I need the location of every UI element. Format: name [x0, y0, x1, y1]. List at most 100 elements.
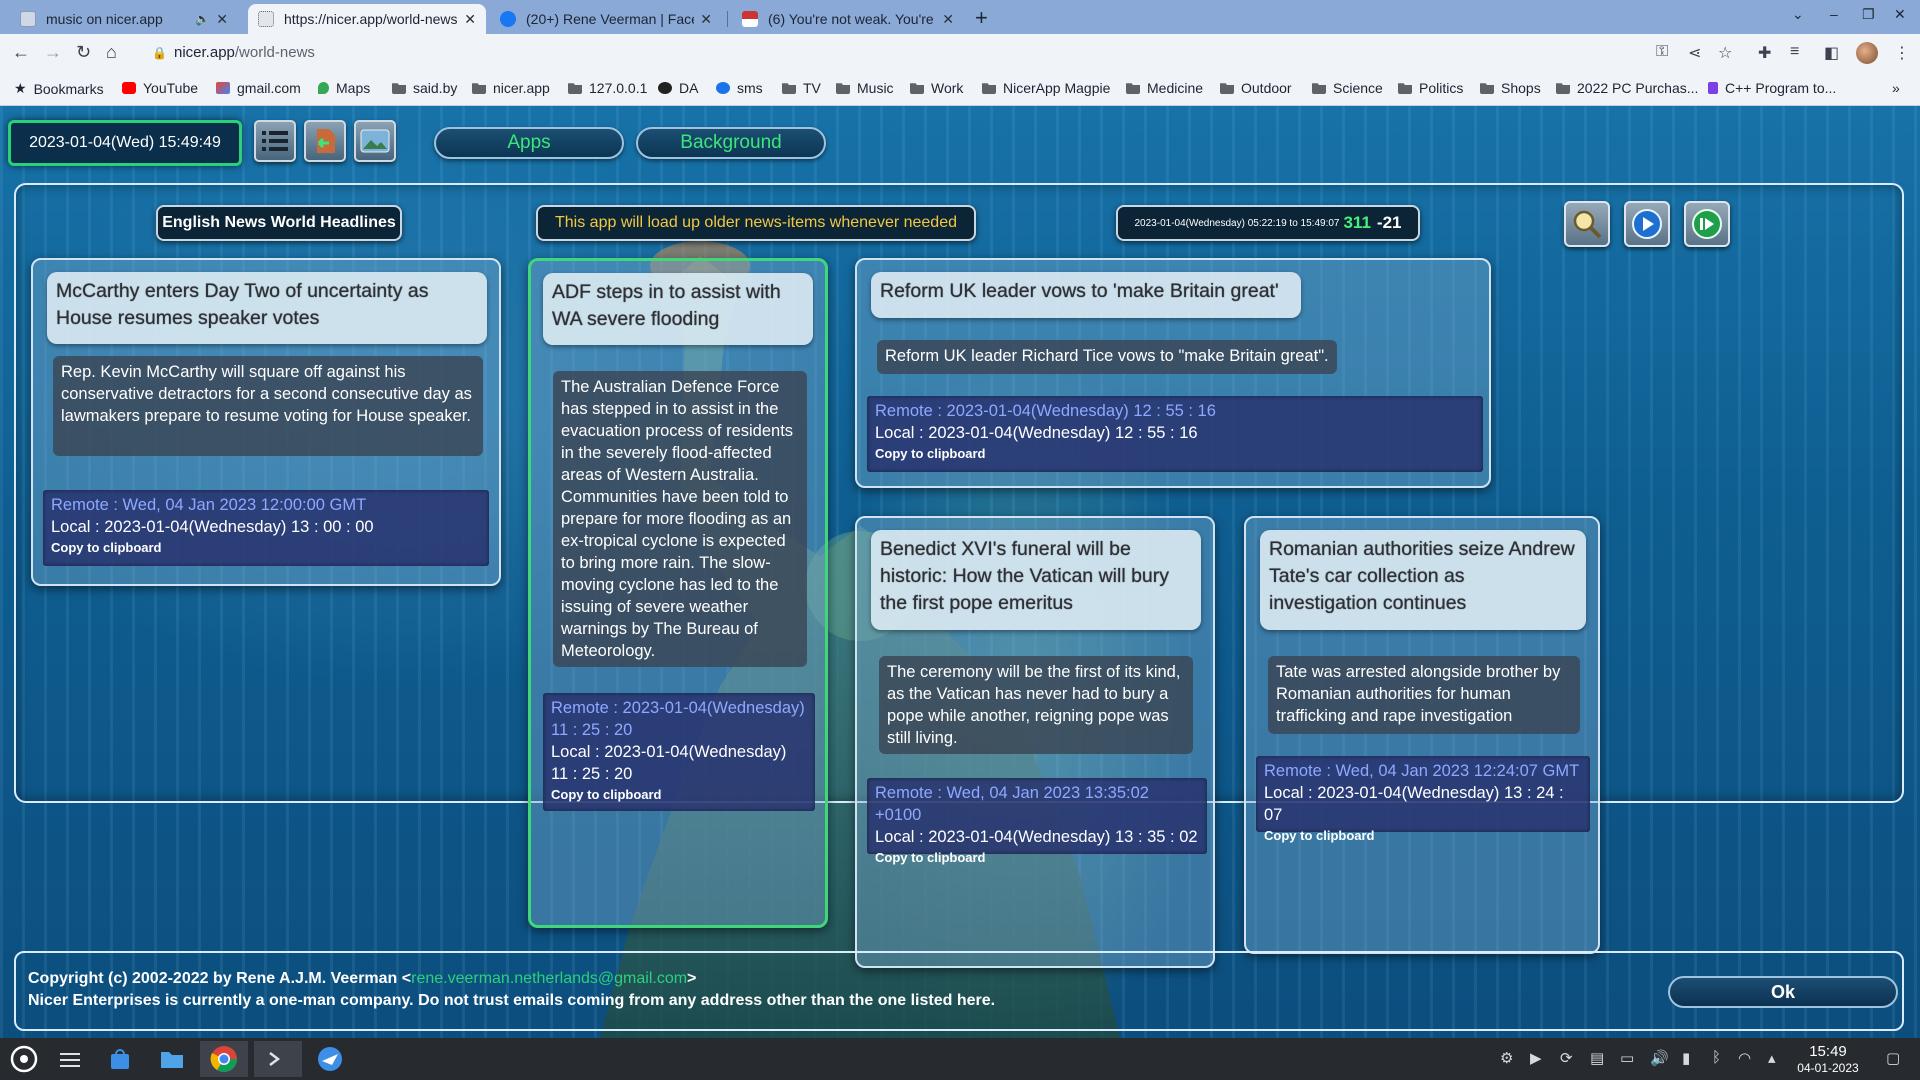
- bookmark-item[interactable]: Shops: [1480, 80, 1541, 96]
- bookmark-item[interactable]: said.by: [392, 80, 457, 96]
- play-next-button[interactable]: [1684, 201, 1730, 247]
- news-headline[interactable]: Reform UK leader vows to 'make Britain g…: [871, 272, 1301, 318]
- bookmark-item[interactable]: Maps: [318, 80, 370, 96]
- apps-button[interactable]: Apps: [434, 127, 624, 159]
- close-tab-icon[interactable]: ✕: [700, 11, 712, 28]
- menu-kebab-icon[interactable]: ⋮: [1894, 43, 1910, 63]
- news-timestamps: Remote : 2023-01-04(Wednesday) 11 : 25 :…: [543, 693, 815, 811]
- background-button[interactable]: Background: [636, 127, 826, 159]
- reload-icon[interactable]: ↻: [76, 42, 91, 63]
- footer-email-link[interactable]: rene.veerman.netherlands@gmail.com: [411, 970, 687, 987]
- tab-search-icon[interactable]: ⌄: [1792, 6, 1804, 23]
- new-tab-button[interactable]: +: [975, 5, 988, 31]
- lock-icon[interactable]: 🔒: [152, 38, 167, 68]
- bookmark-item[interactable]: C++ Program to...: [1708, 80, 1836, 96]
- notification-bell-icon[interactable]: ⚙: [1500, 1049, 1513, 1067]
- bookmark-item[interactable]: nicer.app: [472, 80, 550, 96]
- bookmark-item[interactable]: sms: [716, 80, 763, 96]
- connectivity-app-button[interactable]: [306, 1041, 354, 1077]
- close-tab-icon[interactable]: ✕: [216, 11, 228, 28]
- news-card[interactable]: McCarthy enters Day Two of uncertainty a…: [31, 258, 501, 586]
- copy-to-clipboard-link[interactable]: Copy to clipboard: [875, 444, 1475, 464]
- search-button[interactable]: [1564, 201, 1610, 247]
- speaker-icon[interactable]: 🔈: [195, 12, 210, 26]
- bookmark-item[interactable]: gmail.com: [216, 80, 301, 96]
- show-desktop-icon[interactable]: ▢: [1886, 1049, 1900, 1067]
- bookmark-item[interactable]: YouTube: [122, 80, 198, 96]
- bookmark-item[interactable]: Politics: [1398, 80, 1463, 96]
- upload-button[interactable]: [304, 120, 346, 162]
- battery-icon[interactable]: ▮: [1682, 1049, 1690, 1067]
- address-bar[interactable]: 🔒 nicer.app/world-news: [140, 38, 1730, 68]
- extensions-icon[interactable]: ✚: [1758, 43, 1771, 63]
- clipboard-icon[interactable]: ▤: [1590, 1049, 1604, 1067]
- bookmark-item[interactable]: TV: [782, 80, 821, 96]
- bookmark-item[interactable]: DA: [658, 80, 698, 96]
- bookmark-item[interactable]: 127.0.0.1: [568, 80, 647, 96]
- copy-to-clipboard-link[interactable]: Copy to clipboard: [551, 785, 807, 805]
- store-button[interactable]: [96, 1041, 144, 1077]
- restore-button[interactable]: ❐: [1862, 6, 1875, 23]
- menu-list-button[interactable]: [254, 120, 296, 162]
- update-icon[interactable]: ⟳: [1560, 1049, 1573, 1067]
- ok-button[interactable]: Ok: [1668, 976, 1898, 1008]
- tray-expand-icon[interactable]: ▴: [1768, 1049, 1776, 1067]
- wifi-icon[interactable]: ◠: [1738, 1049, 1751, 1067]
- folder-icon: [782, 83, 796, 94]
- side-panel-icon[interactable]: ◧: [1824, 43, 1839, 63]
- play-button[interactable]: [1624, 201, 1670, 247]
- media-player-icon[interactable]: ▶: [1530, 1049, 1542, 1067]
- tab-facebook[interactable]: (20+) Rene Veerman | Facebo ✕: [490, 4, 722, 34]
- bookmark-item[interactable]: Outdoor: [1220, 80, 1292, 96]
- close-window-button[interactable]: ✕: [1894, 6, 1906, 23]
- terminal-button[interactable]: [254, 1041, 302, 1077]
- tab-music[interactable]: music on nicer.app 🔈 ✕: [10, 4, 238, 34]
- news-card[interactable]: Reform UK leader vows to 'make Britain g…: [855, 258, 1491, 488]
- bookmarks-overflow-icon[interactable]: »: [1892, 80, 1900, 96]
- copy-to-clipboard-link[interactable]: Copy to clipboard: [875, 848, 1199, 868]
- news-card[interactable]: ADF steps in to assist with WA severe fl…: [528, 258, 828, 928]
- tab-title: https://nicer.app/world-news: [284, 11, 458, 27]
- news-headline[interactable]: Romanian authorities seize Andrew Tate's…: [1260, 530, 1586, 630]
- bookmark-item[interactable]: Medicine: [1126, 80, 1203, 96]
- minimize-button[interactable]: –: [1830, 6, 1838, 22]
- media-control-icon[interactable]: ≡: [1790, 43, 1799, 61]
- news-headline[interactable]: Benedict XVI's funeral will be historic:…: [871, 530, 1201, 630]
- sms-icon: [716, 82, 730, 94]
- back-arrow-icon[interactable]: ←: [12, 42, 30, 63]
- home-icon[interactable]: ⌂: [106, 42, 117, 63]
- news-stats: 2023-01-04(Wednesday) 05:22:19 to 15:49:…: [1116, 205, 1420, 241]
- bluetooth-icon[interactable]: ᛒ: [1712, 1049, 1721, 1066]
- bookmark-item[interactable]: Music: [836, 80, 894, 96]
- news-headline[interactable]: ADF steps in to assist with WA severe fl…: [543, 273, 813, 345]
- key-icon[interactable]: ⚿: [1656, 43, 1668, 61]
- profile-avatar[interactable]: [1856, 42, 1878, 64]
- start-menu-button[interactable]: [0, 1041, 48, 1077]
- bookmark-item[interactable]: Work: [910, 80, 963, 96]
- footer-copyright: Copyright (c) 2002-2022 by Rene A.J.M. V…: [28, 970, 697, 987]
- share-icon[interactable]: ⋖: [1688, 43, 1701, 63]
- background-settings-button[interactable]: [354, 120, 396, 162]
- close-tab-icon[interactable]: ✕: [464, 11, 476, 28]
- tab-world-news[interactable]: https://nicer.app/world-news ✕: [248, 4, 486, 34]
- close-tab-icon[interactable]: ✕: [942, 11, 954, 28]
- bookmark-star-icon[interactable]: ☆: [1718, 43, 1732, 63]
- copy-to-clipboard-link[interactable]: Copy to clipboard: [1264, 826, 1582, 846]
- bookmark-item[interactable]: NicerApp Magpie: [982, 80, 1110, 96]
- copy-to-clipboard-link[interactable]: Copy to clipboard: [51, 538, 481, 558]
- news-description: The ceremony will be the first of its ki…: [879, 656, 1193, 754]
- news-headline[interactable]: McCarthy enters Day Two of uncertainty a…: [47, 272, 487, 344]
- display-icon[interactable]: ▭: [1620, 1049, 1634, 1067]
- file-manager-button[interactable]: [148, 1041, 196, 1077]
- news-card[interactable]: Benedict XVI's funeral will be historic:…: [855, 516, 1215, 968]
- bookmark-item[interactable]: ★ Bookmarks: [14, 80, 104, 97]
- bookmark-item[interactable]: 2022 PC Purchas...: [1556, 80, 1698, 96]
- volume-icon[interactable]: 🔊: [1650, 1049, 1669, 1067]
- chrome-taskbar-button[interactable]: [200, 1041, 248, 1077]
- task-manager-button[interactable]: [46, 1041, 94, 1077]
- news-card[interactable]: Romanian authorities seize Andrew Tate's…: [1244, 516, 1600, 954]
- taskbar-clock[interactable]: 15:49 04-01-2023: [1790, 1043, 1866, 1075]
- bookmark-item[interactable]: Science: [1312, 80, 1383, 96]
- forward-arrow-icon[interactable]: →: [44, 42, 62, 63]
- tab-youtube-video[interactable]: (6) You're not weak. You're ju ✕: [732, 4, 964, 34]
